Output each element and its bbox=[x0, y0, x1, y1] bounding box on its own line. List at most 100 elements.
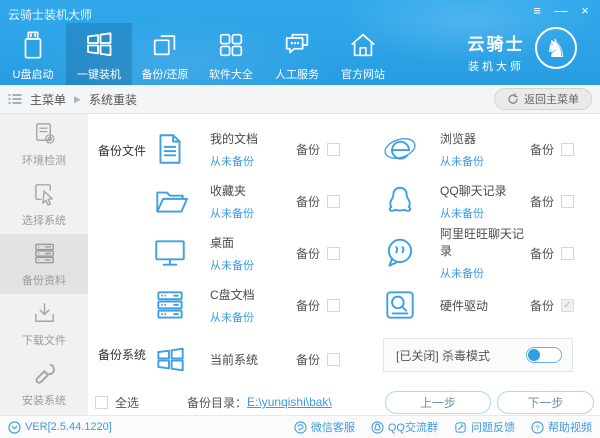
backup-checkbox[interactable] bbox=[561, 195, 574, 208]
window-title: 云骑士装机大师 bbox=[8, 6, 92, 23]
sidebar-item-install-system[interactable]: 安装系统 bbox=[0, 354, 88, 414]
nav-item-website[interactable]: 官方网站 bbox=[330, 23, 396, 85]
item-status-link[interactable]: 从未备份 bbox=[210, 153, 296, 169]
nav-item-software[interactable]: 软件大全 bbox=[198, 23, 264, 85]
sidebar-item-backup-data[interactable]: 备份资料 bbox=[0, 234, 88, 294]
select-all-control: 全选 bbox=[95, 394, 139, 411]
knight-horse-icon: ♞ bbox=[534, 26, 578, 70]
backup-item-c-drive-docs: C盘文档 从未备份 备份 bbox=[152, 282, 340, 328]
close-icon[interactable]: × bbox=[578, 3, 592, 18]
backup-checkbox[interactable] bbox=[561, 299, 574, 312]
wechat-icon bbox=[294, 421, 307, 434]
version-info[interactable]: VER[2.5.44.1220] bbox=[8, 421, 112, 434]
item-name: 我的文档 bbox=[210, 130, 296, 147]
next-step-button[interactable]: 下一步 bbox=[497, 391, 594, 414]
item-status-link[interactable]: 从未备份 bbox=[210, 257, 296, 273]
list-menu-icon bbox=[8, 93, 22, 105]
folder-icon bbox=[152, 183, 188, 219]
status-link-label: 问题反馈 bbox=[471, 419, 515, 435]
version-chevron-icon bbox=[8, 421, 21, 434]
backup-checkbox[interactable] bbox=[327, 299, 340, 312]
backup-label: 备份 bbox=[296, 297, 320, 314]
item-status-link[interactable]: 从未备份 bbox=[440, 153, 530, 169]
backup-label: 备份 bbox=[530, 141, 554, 158]
back-to-menu-button[interactable]: 返回主菜单 bbox=[494, 88, 592, 110]
breadcrumb: 主菜单 ▶ 系统重装 bbox=[8, 91, 137, 108]
backup-checkbox[interactable] bbox=[327, 353, 340, 366]
backup-item-favorites: 收藏夹 从未备份 备份 bbox=[152, 178, 340, 224]
nav-label: 官方网站 bbox=[341, 66, 385, 82]
status-link-label: QQ交流群 bbox=[388, 419, 438, 435]
select-all-checkbox[interactable] bbox=[95, 396, 108, 409]
nav-item-usb-boot[interactable]: U盘启动 bbox=[0, 23, 66, 85]
brand-logo: 云骑士 装机大师 bbox=[460, 30, 532, 74]
antivirus-mode-box: [已关闭] 杀毒模式 bbox=[383, 338, 573, 372]
minimize-icon[interactable]: — bbox=[554, 3, 568, 18]
help-video-link[interactable]: ? 帮助视频 bbox=[531, 419, 592, 435]
backup-label: 备份 bbox=[296, 141, 320, 158]
software-grid-icon bbox=[216, 28, 246, 62]
sidebar-item-env-check[interactable]: 环境检测 bbox=[0, 114, 88, 174]
item-status-link[interactable]: 从未备份 bbox=[440, 205, 530, 221]
back-button-label: 返回主菜单 bbox=[524, 91, 579, 107]
undo-arrow-icon bbox=[507, 93, 519, 105]
wechat-support-link[interactable]: 微信客服 bbox=[294, 419, 355, 435]
sidebar-item-download-file[interactable]: 下载文件 bbox=[0, 294, 88, 354]
item-name: 收藏夹 bbox=[210, 182, 296, 199]
item-status-link[interactable]: 从未备份 bbox=[440, 265, 530, 281]
previous-step-button[interactable]: 上一步 bbox=[385, 391, 491, 414]
backup-item-desktop: 桌面 从未备份 备份 bbox=[152, 230, 340, 276]
sidebar-item-select-system[interactable]: 选择系统 bbox=[0, 174, 88, 234]
backup-dir-label: 备份目录： bbox=[187, 394, 247, 411]
nav-label: 人工服务 bbox=[275, 66, 319, 82]
c-drive-icon bbox=[152, 287, 188, 323]
item-name: 阿里旺旺聊天记录 bbox=[440, 225, 530, 259]
breadcrumb-root[interactable]: 主菜单 bbox=[30, 91, 66, 108]
backup-item-my-documents: 我的文档 从未备份 备份 bbox=[152, 126, 340, 172]
backup-checkbox[interactable] bbox=[561, 247, 574, 260]
item-name: QQ聊天记录 bbox=[440, 182, 530, 199]
nav-item-one-key-install[interactable]: 一键装机 bbox=[66, 23, 132, 85]
nav-item-backup-restore[interactable]: 备份/还原 bbox=[132, 23, 198, 85]
backup-checkbox[interactable] bbox=[561, 143, 574, 156]
qq-group-link[interactable]: QQ交流群 bbox=[371, 419, 438, 435]
feedback-link[interactable]: 问题反馈 bbox=[454, 419, 515, 435]
backup-label: 备份 bbox=[296, 351, 320, 368]
env-check-icon bbox=[31, 120, 58, 147]
sidebar-item-label: 下载文件 bbox=[22, 332, 66, 348]
backup-item-current-system: 当前系统 备份 bbox=[152, 336, 340, 382]
nav-label: 软件大全 bbox=[209, 66, 253, 82]
nav-item-support[interactable]: 人工服务 bbox=[264, 23, 330, 85]
backup-checkbox[interactable] bbox=[327, 143, 340, 156]
backup-checkbox[interactable] bbox=[327, 247, 340, 260]
backup-label: 备份 bbox=[530, 245, 554, 262]
status-link-label: 帮助视频 bbox=[548, 419, 592, 435]
sidebar-item-label: 选择系统 bbox=[22, 212, 66, 228]
wangwang-bubble-icon bbox=[382, 235, 418, 271]
svg-text:?: ? bbox=[535, 423, 539, 432]
item-status-link[interactable]: 从未备份 bbox=[210, 309, 296, 325]
backup-item-browser: 浏览器 从未备份 备份 bbox=[382, 126, 574, 172]
backup-label: 备份 bbox=[296, 245, 320, 262]
menu-icon[interactable]: ≡ bbox=[530, 3, 544, 18]
select-all-label: 全选 bbox=[115, 394, 139, 411]
backup-checkbox[interactable] bbox=[327, 195, 340, 208]
nav-label: 备份/还原 bbox=[141, 66, 188, 82]
official-site-icon bbox=[348, 28, 378, 62]
app-header: 云骑士装机大师 ≡ — × U盘启动 一键装机 备份/ bbox=[0, 0, 600, 85]
backup-dir-path-link[interactable]: E:\yunqishi\bak\ bbox=[247, 395, 332, 409]
hard-drive-icon bbox=[382, 287, 418, 323]
item-name: 硬件驱动 bbox=[440, 297, 530, 314]
breadcrumb-bar: 主菜单 ▶ 系统重装 返回主菜单 bbox=[0, 85, 600, 114]
item-name: C盘文档 bbox=[210, 286, 296, 303]
item-status-link[interactable]: 从未备份 bbox=[210, 205, 296, 221]
antivirus-toggle[interactable] bbox=[526, 347, 562, 363]
item-name: 桌面 bbox=[210, 234, 296, 251]
backup-data-icon bbox=[31, 240, 58, 267]
breadcrumb-current: 系统重装 bbox=[89, 91, 137, 108]
select-system-icon bbox=[31, 180, 58, 207]
backup-restore-icon bbox=[150, 28, 180, 62]
version-text: VER[2.5.44.1220] bbox=[25, 421, 112, 433]
backup-item-hardware-drivers: 硬件驱动 备份 bbox=[382, 282, 574, 328]
sidebar-item-label: 备份资料 bbox=[22, 272, 66, 288]
